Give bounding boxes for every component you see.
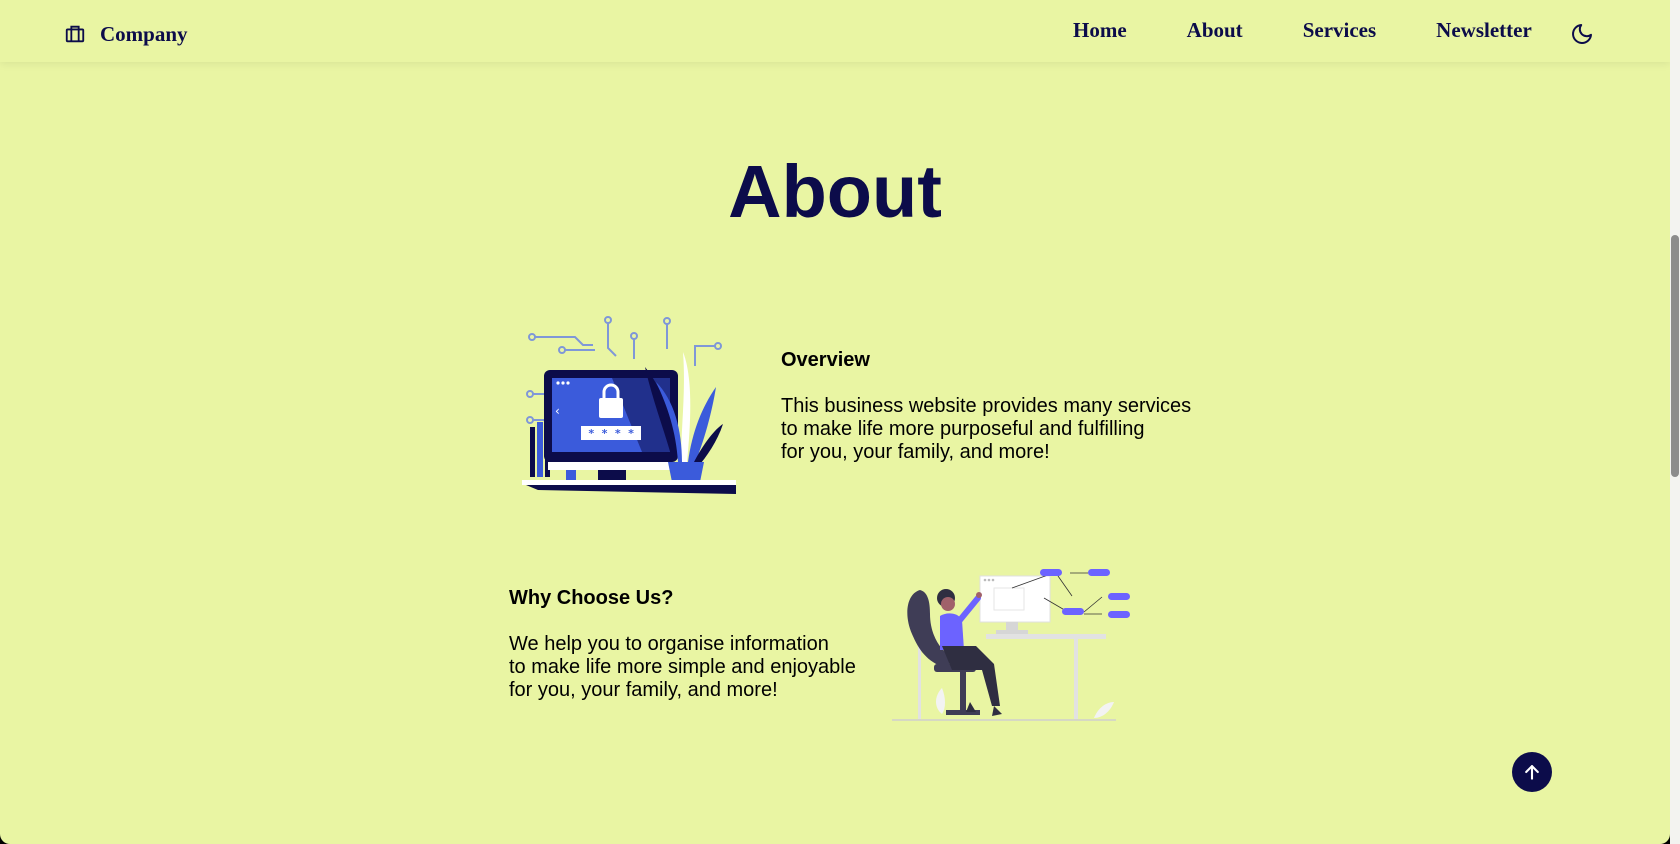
- svg-text:* * * *: * * * *: [588, 427, 634, 440]
- security-login-illustration: ‹ › * * * *: [522, 316, 736, 494]
- nav-services[interactable]: Services: [1303, 18, 1376, 43]
- overview-line: to make life more purposeful and fulfill…: [781, 418, 1145, 440]
- why-line: to make life more simple and enjoyable: [509, 656, 856, 678]
- overview-line: for you, your family, and more!: [781, 441, 1050, 463]
- main-nav: Home About Services Newsletter: [1073, 18, 1592, 43]
- brand-logo[interactable]: Company: [64, 21, 188, 47]
- overview-heading: Overview: [781, 349, 870, 371]
- why-line: for you, your family, and more!: [509, 679, 778, 701]
- nav-newsletter[interactable]: Newsletter: [1436, 18, 1532, 43]
- nav-about[interactable]: About: [1187, 18, 1243, 43]
- why-heading: Why Choose Us?: [509, 587, 674, 609]
- svg-text:‹: ‹: [555, 404, 560, 418]
- overview-line: This business website provides many serv…: [781, 395, 1192, 417]
- nav-home[interactable]: Home: [1073, 18, 1127, 43]
- page-title: About: [728, 150, 942, 233]
- office-work-illustration: [892, 569, 1130, 721]
- why-line: We help you to organise information: [509, 633, 829, 655]
- overview-text: This business website provides many serv…: [781, 395, 1191, 464]
- briefcase-icon: [65, 25, 85, 43]
- why-text: We help you to organise information to m…: [509, 633, 856, 702]
- page-scrollbar[interactable]: [1670, 0, 1680, 844]
- moon-icon[interactable]: [1570, 22, 1594, 46]
- brand-name: Company: [100, 21, 188, 46]
- scrollbar-thumb[interactable]: [1671, 235, 1679, 477]
- site-header: Company Home About Services Newsletter: [0, 0, 1670, 62]
- back-to-top-button[interactable]: [1512, 752, 1552, 792]
- page-viewport: Company Home About Services Newsletter A…: [0, 0, 1670, 844]
- arrow-up-icon: [1525, 765, 1539, 780]
